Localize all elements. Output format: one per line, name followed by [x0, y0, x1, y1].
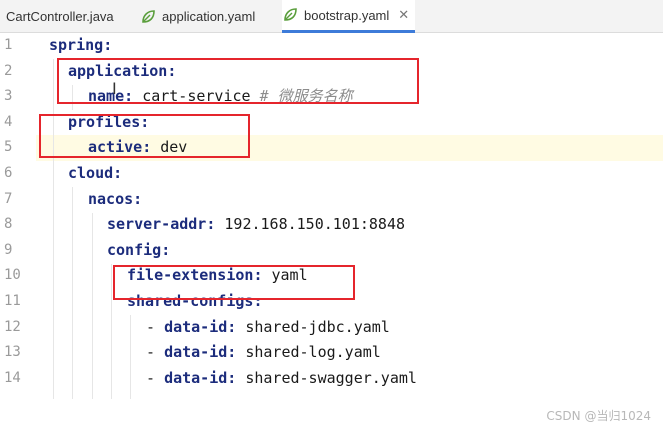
line-number: 4	[4, 113, 13, 130]
line-number: 7	[4, 190, 13, 207]
line-number: 2	[4, 62, 13, 79]
line-number: 5	[4, 139, 13, 156]
yaml-value: shared-jdbc.yaml	[245, 317, 390, 336]
yaml-key: data-id	[164, 368, 228, 387]
line-number: 14	[4, 369, 21, 386]
yaml-dash: -	[146, 343, 165, 362]
line-number: 3	[4, 88, 13, 105]
code-line-8: server-addr: 192.168.150.101:8848	[107, 212, 663, 238]
indent-guide	[72, 187, 73, 399]
yaml-key: nacos	[88, 189, 134, 208]
annotation-box-file-extension	[113, 265, 355, 300]
yaml-key: server-addr	[107, 215, 207, 234]
yaml-colon: :	[113, 164, 123, 182]
line-number: 10	[4, 267, 21, 284]
indent-guide	[53, 59, 54, 399]
line-number: 9	[4, 241, 13, 258]
yaml-key: spring	[49, 36, 104, 54]
yaml-dash: -	[146, 368, 165, 387]
code-line-13: - data-id: shared-log.yaml	[146, 340, 663, 366]
editor-tab-bar: CartController.java application.yaml boo…	[0, 0, 663, 33]
text-cursor-icon: I	[112, 79, 117, 98]
tab-label: application.yaml	[162, 9, 256, 24]
spring-leaf-icon	[142, 9, 155, 23]
yaml-colon: :	[227, 368, 246, 387]
code-line-7: nacos:	[88, 187, 663, 213]
line-number: 6	[4, 165, 13, 181]
code-line-12: - data-id: shared-jdbc.yaml	[146, 315, 663, 341]
yaml-key: data-id	[164, 343, 228, 362]
line-number: 13	[4, 344, 21, 361]
indent-guide	[92, 213, 93, 399]
code-line-14: - data-id: shared-swagger.yaml	[146, 366, 663, 392]
spring-leaf-icon	[284, 8, 297, 21]
annotation-box-profiles	[39, 114, 250, 158]
tab-label: bootstrap.yaml	[304, 7, 390, 23]
tab-application-yaml[interactable]: application.yaml	[140, 0, 255, 33]
yaml-dash: -	[146, 317, 165, 336]
yaml-colon: :	[133, 189, 143, 208]
code-line-6: cloud:	[68, 161, 663, 187]
watermark: CSDN @当归1024	[546, 409, 651, 423]
close-icon[interactable]: ✕	[398, 7, 409, 23]
code-line-1: spring:	[49, 33, 663, 59]
tab-label: CartController.java	[6, 9, 114, 24]
line-number: 8	[4, 216, 13, 233]
indent-guide	[130, 315, 131, 399]
yaml-colon: :	[206, 215, 225, 234]
yaml-value: 192.168.150.101:8848	[224, 215, 406, 234]
line-number: 12	[4, 318, 21, 335]
yaml-value: shared-log.yaml	[245, 343, 381, 362]
line-number: 1	[4, 37, 13, 53]
yaml-colon: :	[227, 343, 246, 362]
code-line-9: config:	[107, 238, 663, 264]
tab-bootstrap-yaml[interactable]: bootstrap.yaml ✕	[282, 0, 416, 33]
yaml-key: data-id	[164, 317, 228, 336]
yaml-value: shared-swagger.yaml	[245, 368, 417, 387]
yaml-colon: :	[227, 317, 246, 336]
tab-cartcontroller[interactable]: CartController.java	[6, 0, 114, 33]
yaml-key: cloud	[68, 164, 114, 182]
indent-guide	[111, 264, 112, 399]
line-number-gutter: 1 2 3 4 5 6 7 8 9 10 11 12 13 14	[0, 33, 36, 432]
yaml-colon: :	[103, 36, 113, 54]
line-number: 11	[4, 293, 21, 309]
yaml-key: config	[107, 240, 162, 259]
yaml-colon: :	[161, 240, 171, 259]
